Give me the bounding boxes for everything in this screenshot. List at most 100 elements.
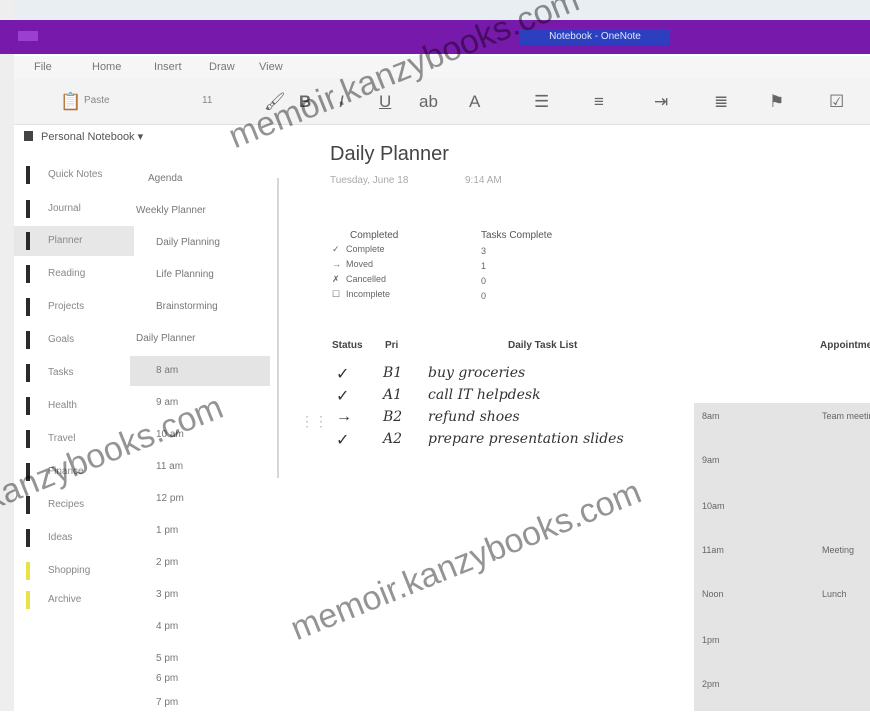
align-icon[interactable]: ≣ — [714, 92, 728, 112]
section-tab[interactable]: Archive — [14, 585, 134, 615]
section-tab[interactable]: Planner — [14, 226, 134, 256]
page-tab[interactable]: 7 pm — [130, 688, 270, 718]
panel-divider[interactable] — [277, 178, 279, 478]
page-tab[interactable]: Agenda — [130, 164, 270, 194]
page-tab[interactable]: 12 pm — [130, 484, 270, 514]
section-color-tab — [26, 232, 30, 250]
complete-icon[interactable]: ✓ — [336, 386, 349, 406]
priority-cell[interactable]: B1 — [383, 365, 402, 381]
legend-status-header: Completed — [350, 230, 399, 241]
tag-icon[interactable]: ⚑ — [769, 92, 784, 112]
section-label: Health — [48, 400, 77, 411]
legend-label: Incomplete — [346, 289, 391, 299]
legend-row: ✓ Complete — [332, 244, 385, 255]
section-color-tab — [26, 200, 30, 218]
legend-count-header: Tasks Complete — [481, 230, 553, 241]
section-tab[interactable]: Goals — [14, 325, 134, 355]
paste-button[interactable]: Paste — [84, 95, 110, 106]
section-tab[interactable]: Ideas — [14, 523, 134, 553]
table-row[interactable]: ✓ B1 buy groceries — [330, 364, 690, 384]
complete-icon[interactable]: ✓ — [336, 364, 349, 384]
appointment-entry[interactable]: Lunch — [822, 589, 847, 599]
section-color-tab — [26, 529, 30, 547]
section-tab[interactable]: Shopping — [14, 556, 134, 586]
section-tab[interactable]: Health — [14, 391, 134, 421]
menu-draw[interactable]: Draw — [209, 61, 235, 73]
priority-cell[interactable]: B2 — [383, 409, 402, 425]
bullets-icon[interactable]: ☰ — [534, 92, 549, 112]
todo-icon[interactable]: ☑ — [829, 92, 844, 112]
page-label: 3 pm — [156, 589, 179, 600]
column-header-appointments: Appointments — [820, 340, 870, 351]
priority-cell[interactable]: A1 — [383, 387, 402, 403]
section-tab[interactable]: Tasks — [14, 358, 134, 388]
page-tab[interactable]: Daily Planning — [130, 228, 270, 258]
section-label: Tasks — [48, 367, 74, 378]
table-row[interactable]: ✓ A1 call IT helpdesk — [330, 386, 690, 406]
indent-icon[interactable]: ⇥ — [654, 92, 668, 112]
paste-icon[interactable]: 📋 — [60, 92, 81, 112]
task-cell[interactable]: call IT helpdesk — [428, 387, 541, 403]
time-slot-label: 2pm — [702, 679, 720, 689]
table-row[interactable]: ✓ A2 prepare presentation slides — [330, 430, 690, 450]
legend-count: 0 — [481, 291, 487, 301]
section-label: Ideas — [48, 532, 73, 543]
page-title[interactable]: Daily Planner — [330, 143, 449, 166]
page-tab[interactable]: 11 am — [130, 452, 270, 482]
numbering-icon[interactable]: ≡ — [594, 92, 604, 112]
page-tab[interactable]: Weekly Planner — [130, 196, 270, 226]
page-tab[interactable]: 8 am — [130, 356, 270, 386]
section-tab[interactable]: Journal — [14, 194, 134, 224]
page-tab[interactable]: 3 pm — [130, 580, 270, 610]
check-icon: ✓ — [332, 244, 340, 254]
page-tab[interactable]: 2 pm — [130, 548, 270, 578]
section-tab[interactable]: Reading — [14, 259, 134, 289]
page-tab[interactable]: Daily Planner — [130, 324, 270, 354]
section-color-tab — [26, 591, 30, 609]
page-label: Life Planning — [156, 269, 214, 280]
priority-cell[interactable]: A2 — [383, 431, 402, 447]
page-tab[interactable]: Brainstorming — [130, 292, 270, 322]
legend-count: 1 — [481, 261, 487, 271]
menu-home[interactable]: Home — [92, 61, 121, 73]
app-icon[interactable] — [18, 31, 38, 41]
notebook-name: Personal Notebook — [41, 131, 135, 143]
appointment-entry[interactable]: Team meeting — [822, 411, 870, 421]
font-color-icon[interactable]: A — [469, 92, 480, 112]
table-row[interactable]: → B2 refund shoes — [330, 408, 690, 428]
task-cell[interactable]: refund shoes — [428, 409, 520, 425]
time-slot-label: Noon — [702, 589, 724, 599]
complete-icon[interactable]: ✓ — [336, 430, 349, 450]
menu-insert[interactable]: Insert — [154, 61, 182, 73]
task-cell[interactable]: buy groceries — [428, 365, 525, 381]
section-color-tab — [26, 298, 30, 316]
legend-row: ☐ Incomplete — [332, 289, 390, 300]
font-size-select[interactable]: 11 — [202, 95, 212, 106]
page-label: 4 pm — [156, 621, 179, 632]
menu-view[interactable]: View — [259, 61, 283, 73]
page-label: 8 am — [156, 365, 179, 376]
moved-icon[interactable]: → — [336, 408, 352, 426]
highlight-icon[interactable]: ab — [419, 92, 438, 112]
legend-label: Cancelled — [346, 274, 387, 284]
section-color-tab — [26, 397, 30, 415]
notebook-icon — [24, 131, 33, 141]
page-label: 2 pm — [156, 557, 179, 568]
page-label: 6 pm — [156, 673, 179, 684]
section-tab[interactable]: Projects — [14, 292, 134, 322]
page-label: 7 pm — [156, 697, 179, 708]
time-slot-label: 11am — [702, 545, 724, 555]
section-tab[interactable]: Quick Notes — [14, 160, 134, 190]
appointments-panel: 8am Team meeting 9am 10am 11am Meeting N… — [694, 403, 870, 711]
page-tab[interactable]: Life Planning — [130, 260, 270, 290]
page-label: Agenda — [148, 173, 183, 184]
appointment-entry[interactable]: Meeting — [822, 545, 854, 555]
row-drag-handle-icon[interactable]: ⋮⋮ — [300, 413, 328, 430]
section-label: Travel — [48, 433, 76, 444]
menu-file[interactable]: File — [34, 61, 52, 73]
page-tab[interactable]: 1 pm — [130, 516, 270, 546]
page-tab[interactable]: 4 pm — [130, 612, 270, 642]
task-cell[interactable]: prepare presentation slides — [428, 431, 624, 447]
notebook-selector[interactable]: Personal Notebook ▾ — [24, 130, 143, 143]
time-slot-label: 9am — [702, 455, 720, 465]
